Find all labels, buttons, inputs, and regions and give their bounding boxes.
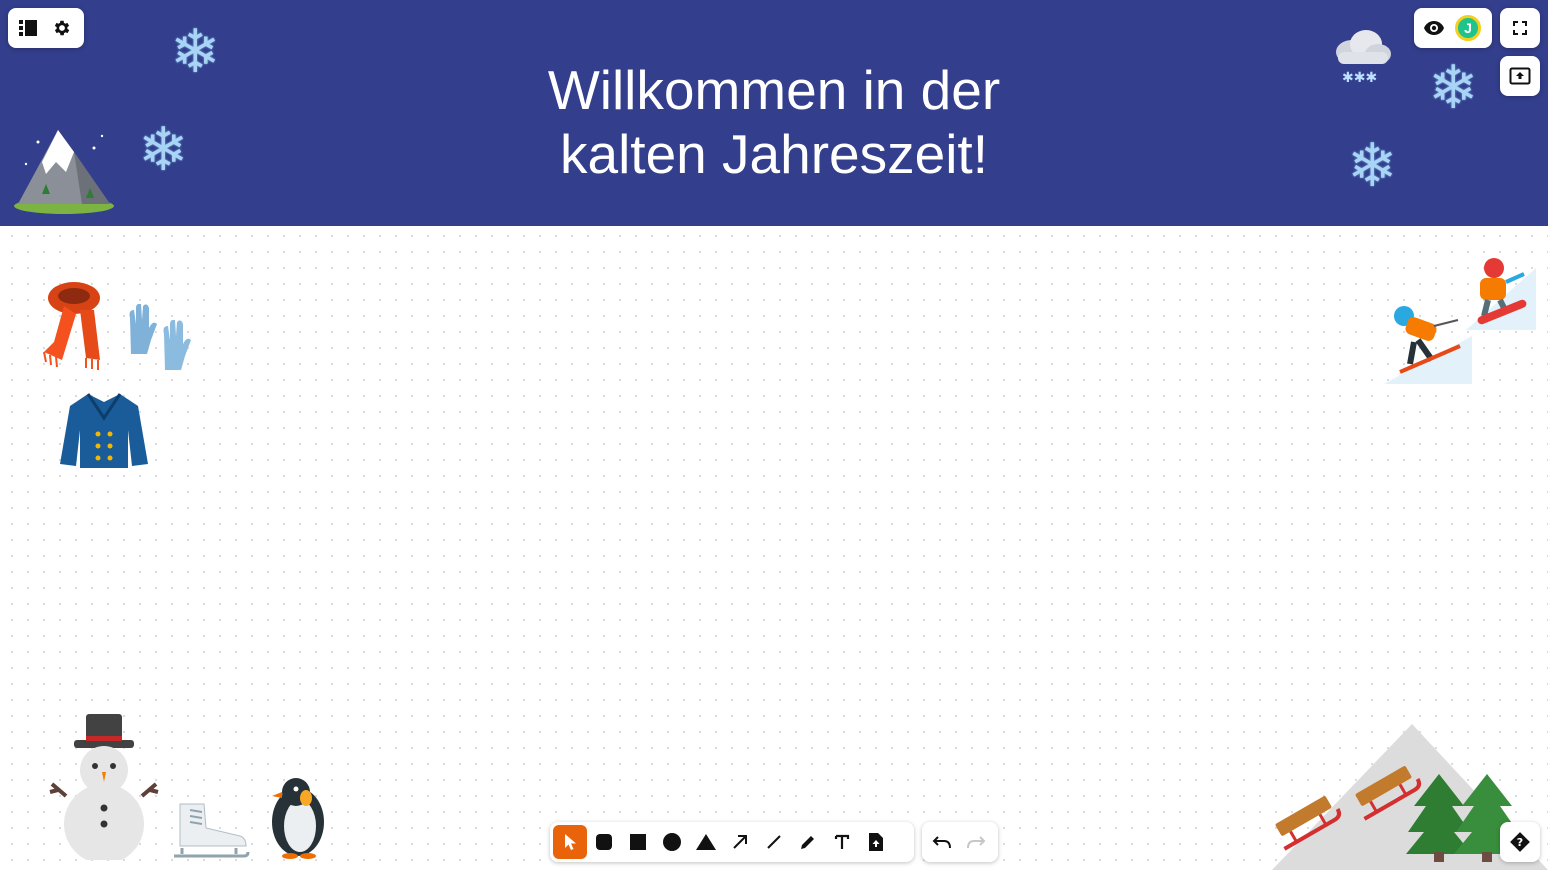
gloves-sticker[interactable] bbox=[124, 304, 200, 376]
menu-panel bbox=[8, 8, 84, 48]
select-tool[interactable] bbox=[553, 825, 587, 859]
snowboarder-sticker[interactable] bbox=[1466, 254, 1536, 330]
fullscreen-icon[interactable] bbox=[1503, 11, 1537, 45]
sled-sticker[interactable] bbox=[1270, 790, 1344, 854]
drawing-toolbar bbox=[550, 822, 914, 862]
svg-text:✱✱✱: ✱✱✱ bbox=[1342, 70, 1377, 86]
undo-icon[interactable] bbox=[925, 825, 959, 859]
text-tool[interactable] bbox=[825, 825, 859, 859]
rounded-rect-tool[interactable] bbox=[587, 825, 621, 859]
avatar[interactable]: J bbox=[1451, 11, 1485, 45]
gear-icon[interactable] bbox=[45, 11, 79, 45]
skier-sticker[interactable] bbox=[1384, 300, 1472, 384]
redo-icon[interactable] bbox=[959, 825, 993, 859]
banner-title: Willkommen in der kalten Jahreszeit! bbox=[474, 58, 1074, 186]
snowflake-sticker[interactable]: ❄ bbox=[1347, 136, 1397, 196]
snowman-sticker[interactable] bbox=[48, 712, 162, 860]
coat-sticker[interactable] bbox=[58, 390, 150, 470]
eye-icon[interactable] bbox=[1417, 11, 1451, 45]
mountain-sticker[interactable] bbox=[12, 122, 116, 216]
snowflake-sticker[interactable]: ❄ bbox=[170, 22, 220, 82]
header-banner: Willkommen in der kalten Jahreszeit! ❄ ❄… bbox=[0, 0, 1548, 226]
circle-tool[interactable] bbox=[655, 825, 689, 859]
penguin-sticker[interactable] bbox=[266, 772, 330, 860]
scarf-sticker[interactable] bbox=[40, 280, 104, 370]
fullscreen-button[interactable] bbox=[1500, 8, 1540, 48]
ice-skate-sticker[interactable] bbox=[170, 800, 250, 862]
line-tool[interactable] bbox=[757, 825, 791, 859]
history-toolbar bbox=[922, 822, 998, 862]
triangle-tool[interactable] bbox=[689, 825, 723, 859]
cloud-with-snow-sticker[interactable]: ✱✱✱ bbox=[1330, 26, 1394, 86]
upload-tool[interactable] bbox=[859, 825, 893, 859]
snowflake-sticker[interactable]: ❄ bbox=[1428, 58, 1478, 118]
arrow-tool[interactable] bbox=[723, 825, 757, 859]
avatar-initial: J bbox=[1455, 15, 1481, 41]
help-button[interactable]: ? bbox=[1500, 822, 1540, 862]
snowflake-sticker[interactable]: ❄ bbox=[138, 120, 188, 180]
banner-title-line1: Willkommen in der bbox=[547, 59, 1001, 121]
banner-title-line2: kalten Jahreszeit! bbox=[560, 123, 988, 185]
help-icon[interactable]: ? bbox=[1503, 825, 1537, 859]
share-screen-icon[interactable] bbox=[1503, 59, 1537, 93]
rect-tool[interactable] bbox=[621, 825, 655, 859]
pencil-tool[interactable] bbox=[791, 825, 825, 859]
share-screen-button[interactable] bbox=[1500, 56, 1540, 96]
presence-panel: J bbox=[1414, 8, 1492, 48]
svg-text:?: ? bbox=[1517, 836, 1523, 849]
list-icon[interactable] bbox=[11, 11, 45, 45]
